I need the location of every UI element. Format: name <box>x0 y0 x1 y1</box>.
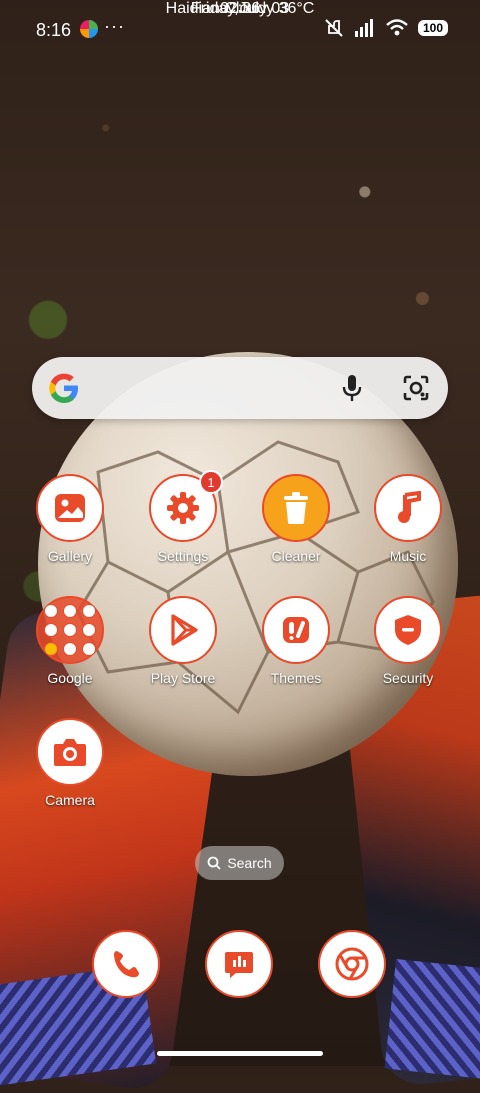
wifi-icon <box>386 19 408 36</box>
notification-app-icon <box>80 20 98 38</box>
search-label: Search <box>227 855 272 871</box>
trash-icon <box>262 474 330 542</box>
dock-phone[interactable] <box>76 930 176 1040</box>
phone-icon <box>92 930 160 998</box>
weather-text[interactable]: Haidian Cloudy 36°C <box>0 0 480 18</box>
more-notifications-icon: ··· <box>104 16 125 36</box>
app-camera[interactable]: Camera <box>20 718 120 828</box>
signal-icon <box>354 19 373 37</box>
folder-google[interactable]: Google <box>20 596 120 706</box>
notification-badge: 1 <box>199 470 223 494</box>
themes-icon <box>262 596 330 664</box>
battery-indicator: 100 <box>417 20 448 36</box>
security-icon <box>374 596 442 664</box>
app-label: Settings <box>157 548 209 564</box>
status-time: 8:16 <box>36 20 72 40</box>
music-icon <box>374 474 442 542</box>
app-play-store[interactable]: Play Store <box>133 596 233 706</box>
search-icon <box>207 856 221 870</box>
lens-icon[interactable] <box>402 374 430 402</box>
messages-icon <box>205 930 273 998</box>
app-music[interactable]: Music <box>358 474 458 584</box>
app-label: Google <box>47 670 93 686</box>
app-label: Camera <box>45 792 95 808</box>
dock-chrome[interactable] <box>302 930 402 1040</box>
app-themes[interactable]: Themes <box>246 596 346 706</box>
app-cleaner[interactable]: Cleaner <box>246 474 346 584</box>
chrome-icon <box>318 930 386 998</box>
google-folder-icon <box>36 596 104 664</box>
app-gallery[interactable]: Gallery <box>20 474 120 584</box>
mute-icon <box>325 19 343 37</box>
mic-icon[interactable] <box>338 373 366 403</box>
gesture-navigation-bar[interactable] <box>157 1051 323 1056</box>
app-label: Play Store <box>150 670 216 686</box>
google-search-bar[interactable] <box>32 357 448 419</box>
camera-icon <box>36 718 104 786</box>
app-label: Security <box>382 670 434 686</box>
app-search-button[interactable]: Search <box>195 846 284 880</box>
gallery-icon <box>36 474 104 542</box>
google-g-icon <box>49 373 78 403</box>
app-label: Music <box>389 548 427 564</box>
app-label: Themes <box>270 670 322 686</box>
app-label: Gallery <box>47 548 93 564</box>
dock-messages[interactable] <box>189 930 289 1040</box>
settings-icon: 1 <box>149 470 223 542</box>
app-settings[interactable]: 1 Settings <box>133 470 233 584</box>
app-security[interactable]: Security <box>358 596 458 706</box>
play-store-icon <box>149 596 217 664</box>
app-label: Cleaner <box>271 548 321 564</box>
